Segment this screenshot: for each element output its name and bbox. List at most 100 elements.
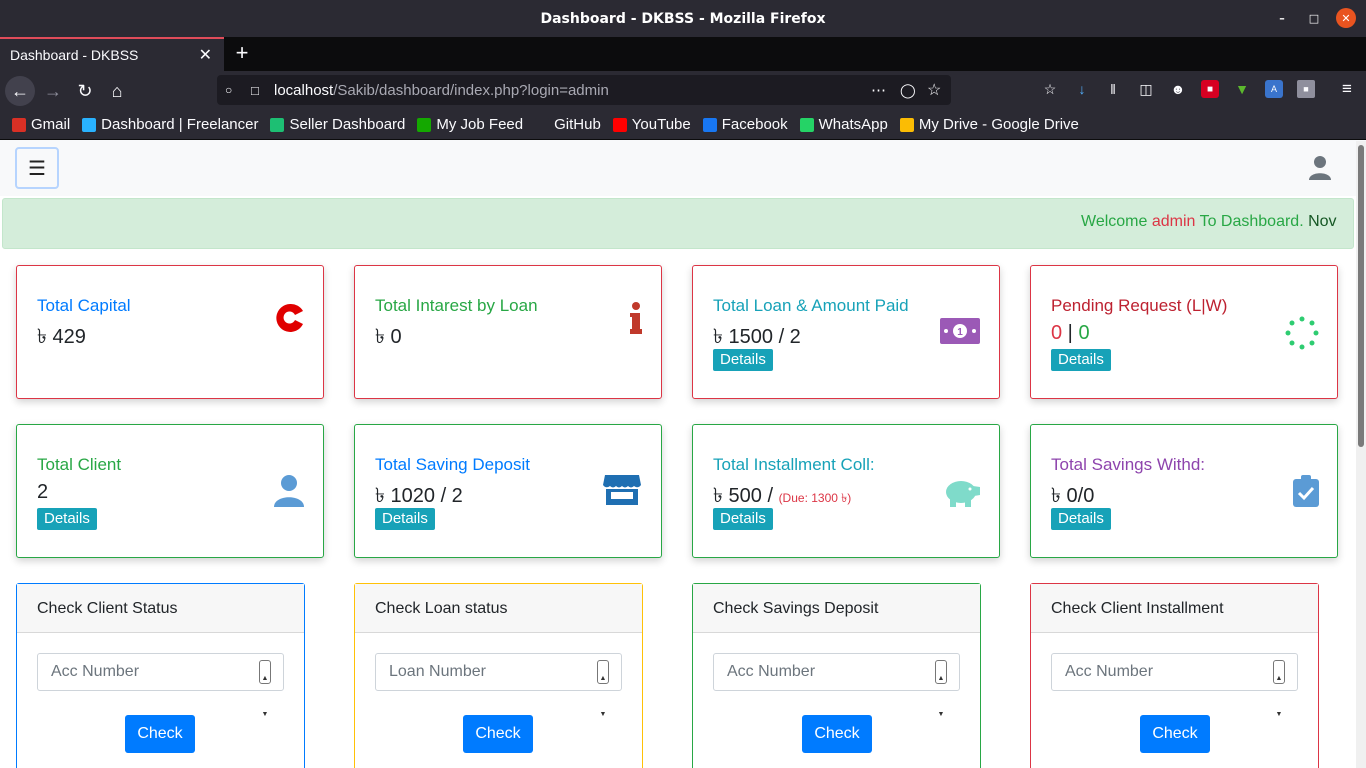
url-path: /Sakib/dashboard/index.php?login=admin <box>333 81 609 99</box>
loan-number-input[interactable]: Loan Number ▲ ▼ <box>375 653 622 718</box>
home-icon[interactable]: ⌂ <box>102 76 132 106</box>
reader-star-icon[interactable]: ☆ <box>1041 80 1059 98</box>
bookmark-item[interactable]: GitHub <box>535 116 601 133</box>
bookmark-label: My Job Feed <box>436 116 524 133</box>
forward-arrow-icon[interactable]: → <box>38 76 68 106</box>
bookmark-item[interactable]: My Job Feed <box>417 116 523 133</box>
address-bar[interactable]: ○ □ localhost/Sakib/dashboard/index.php?… <box>217 75 951 105</box>
extension-download-icon[interactable]: ▼ <box>1233 80 1251 98</box>
check-client-installment-card: Check Client Installment Acc Number ▲ ▼ Ch… <box>1030 583 1319 768</box>
bookmark-item[interactable]: WhatsApp <box>799 116 888 133</box>
number-spinner[interactable]: ▲ ▼ <box>597 660 609 718</box>
form-card-title: Check Savings Deposit <box>693 584 980 633</box>
input-placeholder: Acc Number <box>727 663 816 680</box>
bookmark-item[interactable]: Dashboard | Freelancer <box>82 116 258 133</box>
navigation-toolbar: ← → ↻ ⌂ ○ □ localhost/Sakib/dashboard/in… <box>0 71 1366 110</box>
bookmark-item[interactable]: My Drive - Google Drive <box>899 116 1079 133</box>
tab-label: Dashboard - DKBSS <box>10 47 139 63</box>
welcome-user: admin <box>1151 213 1196 230</box>
adblock-icon[interactable]: ■ <box>1201 80 1219 98</box>
check-savings-deposit-card: Check Savings Deposit Acc Number ▲ ▼ Check <box>692 583 981 768</box>
account-icon[interactable]: ☻ <box>1169 80 1187 98</box>
welcome-prefix: Welcome <box>1081 213 1148 230</box>
close-window-icon[interactable]: ✕ <box>1336 8 1356 28</box>
total-capital-card: Total Capital ৳ 429 <box>16 265 324 399</box>
reload-icon[interactable]: ↻ <box>70 76 100 106</box>
withdraw-details-button[interactable]: Details <box>1051 508 1111 530</box>
card-title: Total Intarest by Loan <box>375 296 538 315</box>
pending-details-button[interactable]: Details <box>1051 349 1111 371</box>
pending-separator: | <box>1062 322 1079 344</box>
installment-details-button[interactable]: Details <box>713 508 773 530</box>
download-icon[interactable]: ↓ <box>1073 80 1091 98</box>
bookmark-item[interactable]: YouTube <box>612 116 691 133</box>
welcome-tail: Nov <box>1308 213 1337 230</box>
youtube-icon <box>612 117 627 132</box>
user-menu-icon[interactable] <box>1309 155 1331 181</box>
total-saving-deposit-card: Total Saving Deposit ৳ 1020 / 2 Details <box>354 424 662 558</box>
acc-number-input[interactable]: Acc Number ▲ ▼ <box>1051 653 1298 718</box>
top-navbar: ☰ <box>0 141 1356 196</box>
card-title: Total Installment Coll: <box>713 455 875 474</box>
card-value: 0 | 0 <box>1051 322 1090 345</box>
card-value: ৳ 429 <box>37 326 86 348</box>
info-icon <box>630 302 642 334</box>
check-savings-button[interactable]: Check <box>802 715 872 753</box>
acc-number-input[interactable]: Acc Number ▲ ▼ <box>713 653 960 718</box>
check-loan-button[interactable]: Check <box>463 715 533 753</box>
shield-icon[interactable]: ○ <box>225 83 241 97</box>
form-card-title: Check Loan status <box>355 584 642 633</box>
bookmark-label: GitHub <box>554 116 601 133</box>
pocket-icon[interactable]: ◯ <box>900 82 916 99</box>
maximize-icon[interactable]: □ <box>1304 8 1324 28</box>
number-spinner[interactable]: ▲ ▼ <box>259 660 271 718</box>
freelancer-icon <box>82 117 97 132</box>
page-actions-icon[interactable]: ⋯ <box>871 81 886 99</box>
check-installment-button[interactable]: Check <box>1140 715 1210 753</box>
app-menu-icon[interactable]: ≡ <box>1338 79 1356 98</box>
sidebar-icon[interactable]: ◫ <box>1137 80 1155 98</box>
acc-number-input[interactable]: Acc Number ▲ ▼ <box>37 653 284 718</box>
number-spinner[interactable]: ▲ ▼ <box>1273 660 1285 718</box>
translate-icon[interactable]: A <box>1265 80 1283 98</box>
tab-dashboard[interactable]: Dashboard - DKBSS ✕ <box>0 37 224 71</box>
page-info-icon[interactable]: □ <box>251 83 267 98</box>
card-title: Total Savings Withd: <box>1051 455 1206 474</box>
form-card-title: Check Client Installment <box>1031 584 1318 633</box>
saving-details-button[interactable]: Details <box>375 508 435 530</box>
total-interest-card: Total Intarest by Loan ৳ 0 <box>354 265 662 399</box>
bookmark-item[interactable]: Facebook <box>702 116 788 133</box>
bookmark-star-icon[interactable]: ☆ <box>927 80 941 100</box>
bookmark-label: Gmail <box>31 116 71 133</box>
pending-loan-count: 0 <box>1051 322 1063 344</box>
input-placeholder: Loan Number <box>389 663 486 680</box>
check-client-status-card: Check Client Status Acc Number ▲ ▼ Check <box>16 583 305 768</box>
fiverr-icon <box>270 117 285 132</box>
bookmark-label: Dashboard | Freelancer <box>101 116 259 133</box>
card-title: Total Loan & Amount Paid <box>713 296 909 315</box>
sidebar-toggle-button[interactable]: ☰ <box>15 147 59 189</box>
back-arrow-icon[interactable]: ← <box>5 76 35 106</box>
extension-icon[interactable]: ■ <box>1297 80 1315 98</box>
page-scrollbar[interactable] <box>1356 141 1366 768</box>
new-tab-icon[interactable]: + <box>231 41 253 65</box>
bookmark-item[interactable]: Gmail <box>12 116 70 133</box>
number-spinner[interactable]: ▲ ▼ <box>935 660 947 718</box>
bookmark-label: My Drive - Google Drive <box>918 116 1079 133</box>
window-titlebar: Dashboard - DKBSS - Mozilla Firefox – □ … <box>0 0 1366 37</box>
welcome-banner: Welcome admin To Dashboard. Nov <box>2 198 1354 249</box>
bookmark-label: WhatsApp <box>818 116 888 133</box>
loan-details-button[interactable]: Details <box>713 349 773 371</box>
gmail-icon <box>12 117 26 132</box>
store-icon <box>603 475 641 505</box>
minimize-icon[interactable]: – <box>1272 8 1292 28</box>
bookmark-item[interactable]: Seller Dashboard <box>270 116 405 133</box>
scrollbar-thumb[interactable] <box>1358 145 1364 447</box>
github-icon <box>535 117 550 132</box>
check-client-button[interactable]: Check <box>125 715 195 753</box>
library-icon[interactable]: ‖ <box>1104 80 1122 98</box>
close-tab-icon[interactable]: ✕ <box>199 45 212 65</box>
welcome-message: Welcome admin To Dashboard. Nov <box>1081 213 1337 231</box>
client-details-button[interactable]: Details <box>37 508 97 530</box>
page-content: ☰ Welcome admin To Dashboard. Nov Total … <box>0 141 1356 768</box>
